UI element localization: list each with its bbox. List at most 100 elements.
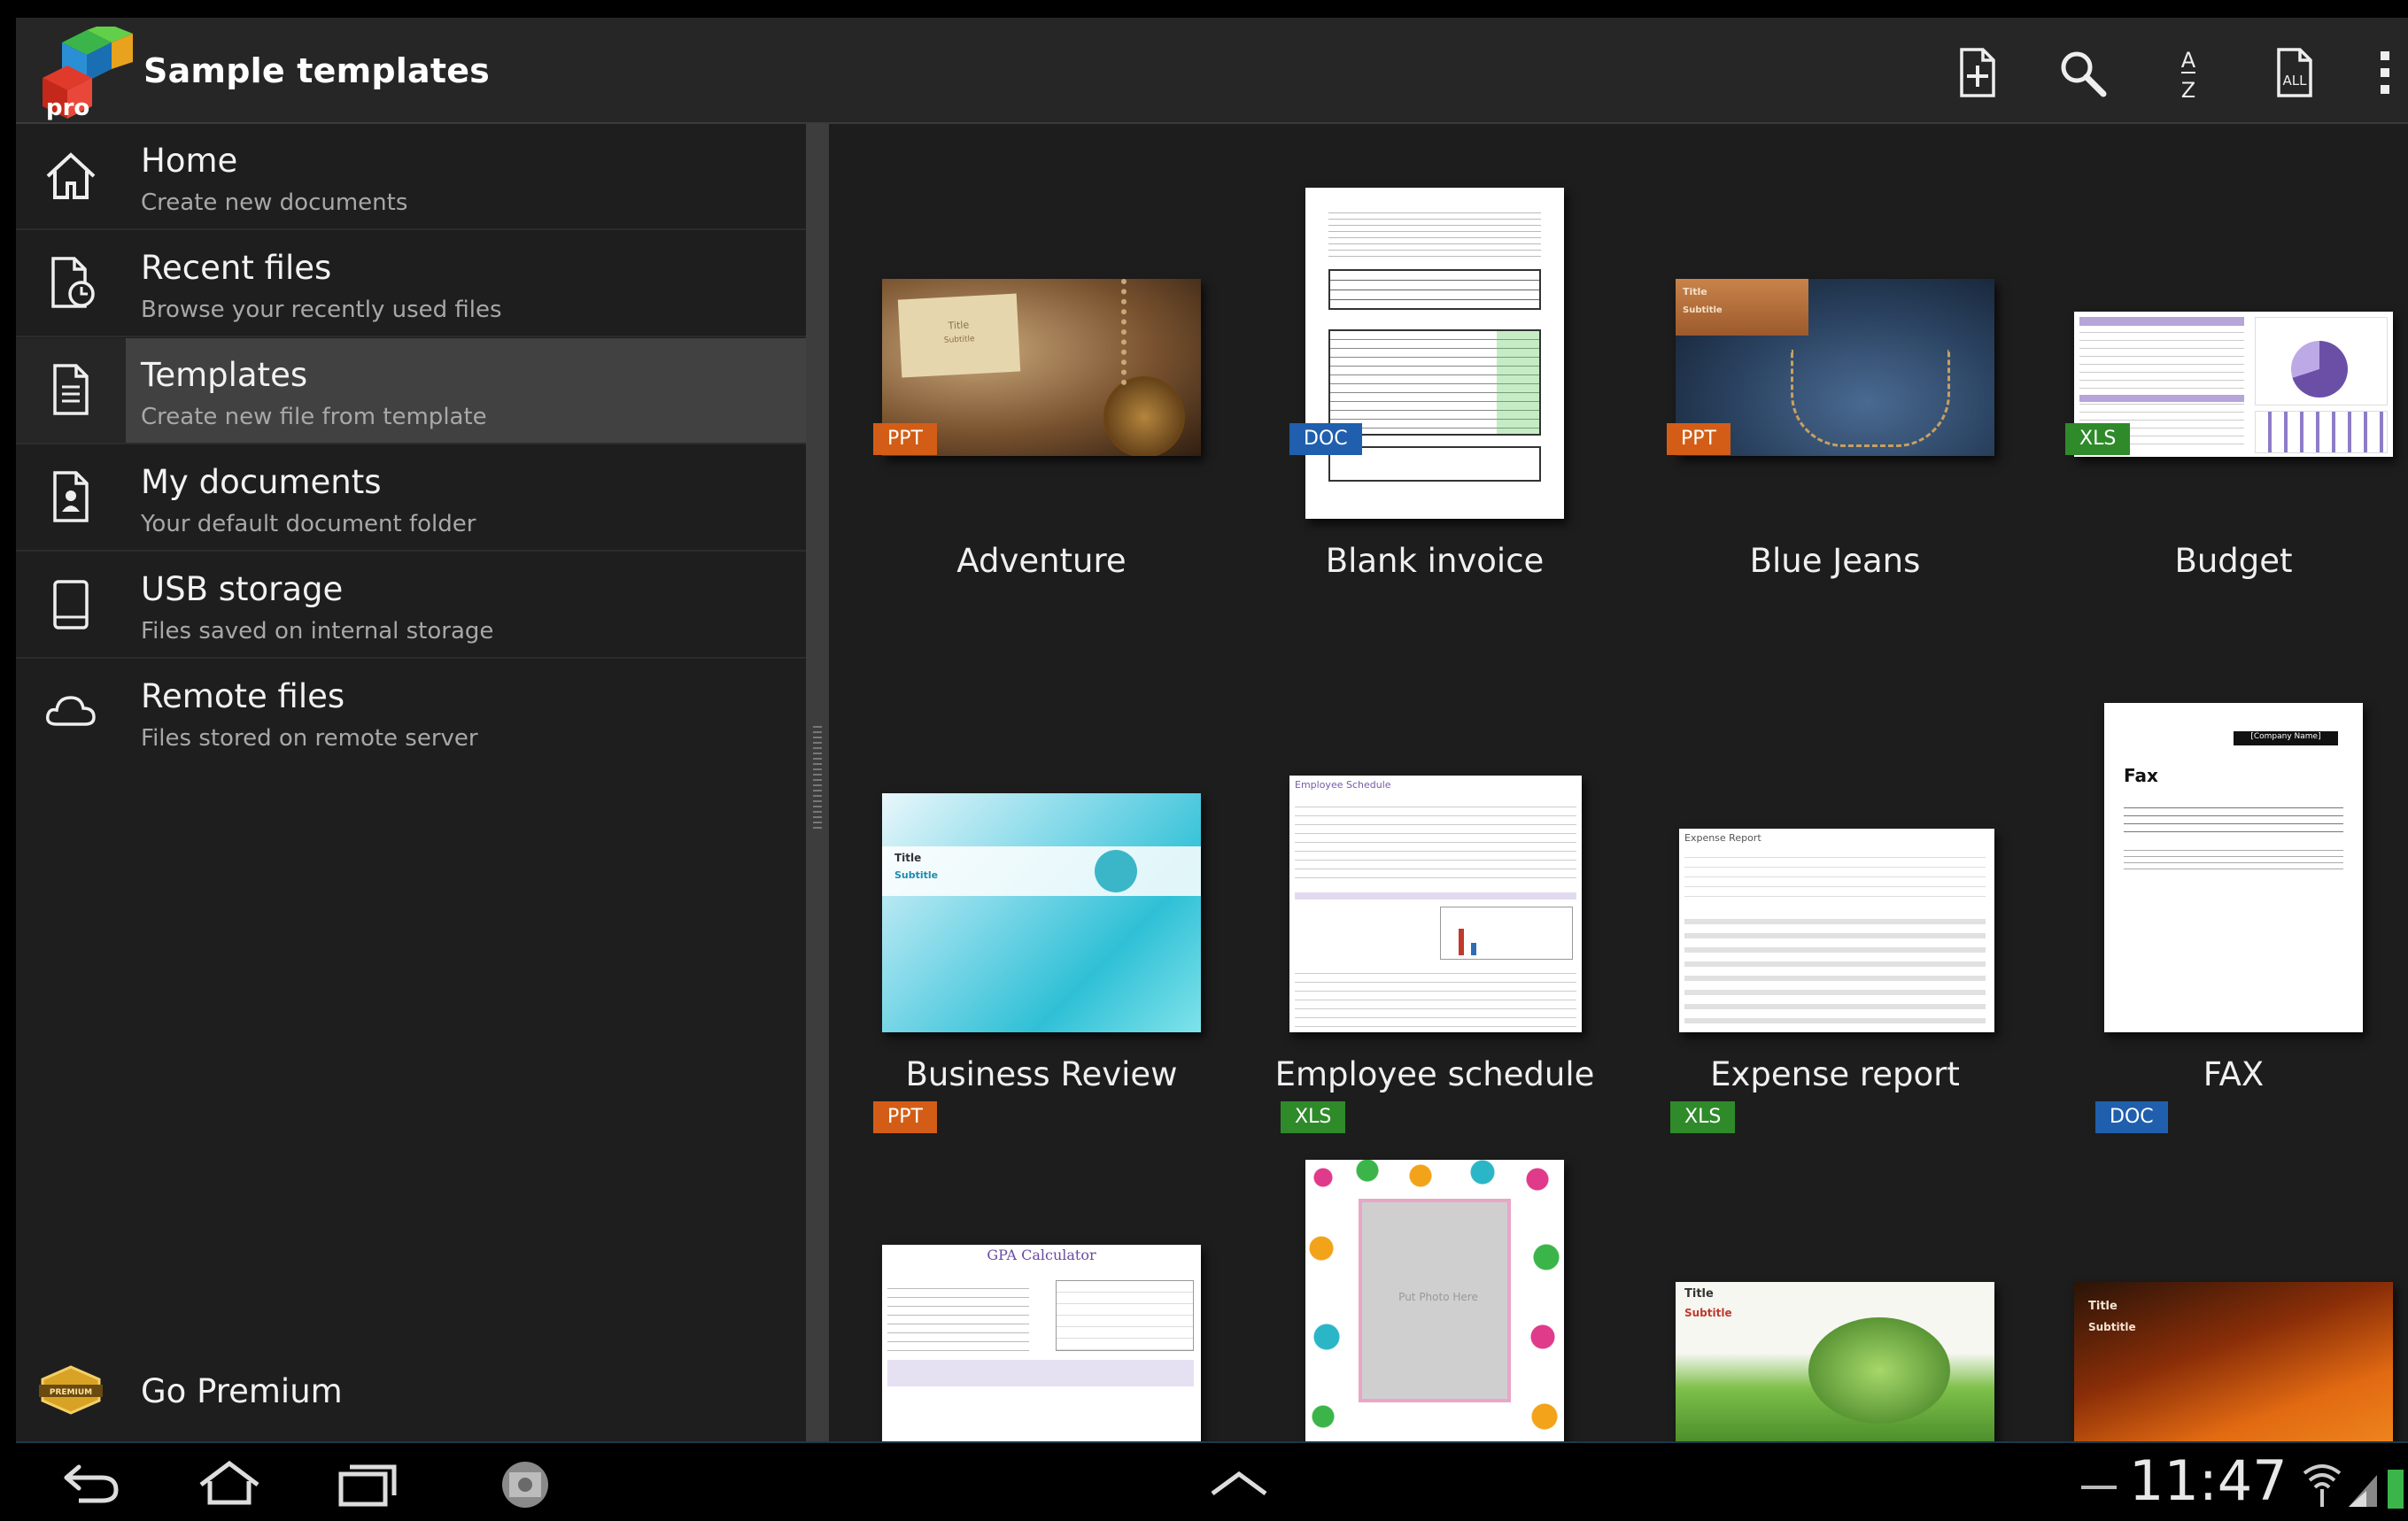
sort-label-a: A (2181, 48, 2196, 73)
new-file-icon[interactable] (1940, 37, 2011, 108)
screenshot-icon[interactable] (485, 1452, 565, 1514)
thumb-address-table (1328, 269, 1541, 310)
thumb-title: Expense Report (1684, 832, 1761, 844)
thumb-gpa-table (887, 1280, 1029, 1351)
thumb-title: Title (948, 319, 970, 332)
template-thumbnail (1305, 188, 1564, 519)
template-tile-business-review[interactable]: Title Subtitle PPT Business Review (829, 637, 1254, 1151)
recent-apps-icon[interactable] (328, 1452, 407, 1514)
thumb-schedule-table-2 (1295, 965, 1576, 1027)
file-type-badge: PPT (873, 1101, 937, 1133)
template-name: Blank invoice (1325, 542, 1545, 580)
sidebar-item-subtitle: Your default document folder (141, 511, 476, 537)
thumb-photo-caption: Put Photo Here (1398, 1291, 1478, 1303)
sidebar-item-label: My documents (141, 463, 382, 501)
template-tile-budget[interactable]: XLS Budget (2016, 124, 2408, 637)
thumb-section-header (1295, 892, 1576, 899)
template-tile-fax[interactable]: [Company Name] Fax DOC FAX (2016, 637, 2408, 1151)
thumb-photo-placeholder: Put Photo Here (1359, 1199, 1511, 1402)
thumb-subtitle: Subtitle (2088, 1321, 2136, 1333)
thumb-fax-fields (2124, 800, 2343, 836)
nav-icon-container (16, 445, 126, 550)
thumb-schedule-table (1295, 799, 1576, 884)
screen: pro Sample templates A Z ALL Home Create… (0, 0, 2408, 1521)
premium-badge-text: PREMIUM (50, 1388, 92, 1397)
sidebar-item-subtitle: Files saved on internal storage (141, 618, 494, 645)
thumb-subtitle: Subtitle (1683, 305, 1723, 315)
app-logo-text: pro (46, 95, 89, 121)
status-clock[interactable]: 11:47 (2129, 1448, 2288, 1513)
templates-grid: Title Subtitle PPT Adventure DOC Blank i… (829, 124, 2408, 1441)
thumb-bar-panel (2255, 411, 2388, 453)
go-premium-label: Go Premium (141, 1372, 343, 1410)
thumb-bar (1459, 929, 1464, 955)
thumb-line-items (1328, 329, 1541, 436)
sidebar-item-remote-files[interactable]: Remote files Files stored on remote serv… (16, 660, 806, 766)
file-type-badge: DOC (1289, 423, 1362, 455)
template-tile-blue-jeans[interactable]: Title Subtitle PPT Blue Jeans (1624, 124, 2049, 637)
thumb-salad-graphic (1808, 1317, 1950, 1424)
sidebar-item-my-documents[interactable]: My documents Your default document folde… (16, 445, 806, 552)
search-icon[interactable] (2047, 37, 2118, 108)
template-tile-blank-invoice[interactable]: DOC Blank invoice (1227, 124, 1653, 637)
sidebar-item-label: USB storage (141, 570, 344, 608)
rope-graphic (1121, 279, 1157, 385)
template-name: FAX (2203, 1055, 2265, 1093)
sidebar-item-templates[interactable]: Templates Create new file from template (16, 338, 806, 444)
up-arrow-icon[interactable] (1199, 1452, 1279, 1514)
thumb-fax-body (2124, 845, 2343, 871)
sidebar-item-label: Templates (141, 356, 308, 394)
app-logo-icon[interactable]: pro (35, 27, 140, 122)
sidebar-item-subtitle: Browse your recently used files (141, 297, 502, 323)
pane-splitter[interactable] (806, 124, 829, 1441)
file-type-badge: PPT (1667, 423, 1731, 455)
template-tile-gpa-calculator[interactable]: GPA Calculator (829, 1151, 1254, 1441)
thumb-section-band (887, 1360, 1194, 1386)
sidebar-item-home[interactable]: Home Create new documents (16, 124, 806, 230)
splitter-grip-handle[interactable] (813, 726, 822, 832)
template-thumbnail: Title Subtitle (2074, 1282, 2393, 1441)
go-premium-button[interactable]: PREMIUM Go Premium (16, 1337, 806, 1443)
template-tile-photo-frame[interactable]: Put Photo Here (1227, 1151, 1653, 1441)
action-bar: pro Sample templates A Z ALL (16, 18, 2408, 124)
navigation-drawer: Home Create new documents Recent files B… (16, 124, 806, 1441)
home-nav-icon[interactable] (190, 1452, 269, 1514)
thumb-header-lines (1684, 848, 1986, 901)
thumb-text-lines (1328, 207, 1541, 260)
filter-all-icon[interactable]: ALL (2259, 37, 2330, 108)
template-tile-orange[interactable]: Title Subtitle (2016, 1151, 2408, 1441)
thumb-subtitle: Subtitle (894, 869, 939, 881)
overflow-menu-icon[interactable] (2363, 37, 2407, 108)
thumb-title: Employee Schedule (1295, 779, 1391, 791)
template-tile-employee-schedule[interactable]: Employee Schedule XLS Employee schedule (1227, 637, 1653, 1151)
thumb-pie-chart (2291, 341, 2348, 398)
premium-icon: PREMIUM (39, 1365, 103, 1415)
thumb-title: Fax (2124, 765, 2158, 786)
system-navigation-bar: 11:47 (16, 1441, 2408, 1521)
thumb-table-header (2079, 395, 2244, 402)
template-thumbnail: Employee Schedule (1289, 776, 1582, 1032)
file-type-badge: XLS (1670, 1101, 1736, 1133)
template-thumbnail: Expense Report (1679, 829, 1994, 1032)
template-thumbnail: GPA Calculator (882, 1245, 1201, 1441)
cloud-icon (45, 696, 96, 726)
sort-az-icon[interactable]: A Z (2153, 37, 2224, 108)
template-thumbnail: [Company Name] Fax (2104, 703, 2363, 1032)
sidebar-item-usb-storage[interactable]: USB storage Files saved on internal stor… (16, 552, 806, 659)
template-thumbnail: Title Subtitle (1676, 1282, 1994, 1441)
template-thumbnail: Title Subtitle (882, 793, 1201, 1032)
file-type-badge: XLS (2065, 423, 2131, 455)
template-tile-adventure[interactable]: Title Subtitle PPT Adventure (829, 124, 1254, 637)
status-icons[interactable] (2301, 1455, 2407, 1512)
thumb-title: Title (1683, 286, 1707, 297)
thumb-title-card: Title Subtitle (897, 293, 1021, 378)
sort-label-z: Z (2181, 78, 2195, 99)
template-name: Budget (2174, 542, 2293, 580)
thumb-pie-panel (2255, 317, 2388, 405)
thumb-company-name: [Company Name] (2250, 732, 2321, 741)
sidebar-item-recent-files[interactable]: Recent files Browse your recently used f… (16, 231, 806, 337)
template-tile-expense-report[interactable]: Expense Report XLS Expense report (1624, 637, 2049, 1151)
thumb-gpa-chart (1056, 1280, 1194, 1351)
back-icon[interactable] (51, 1452, 131, 1514)
template-tile-salad[interactable]: Title Subtitle (1624, 1151, 2049, 1441)
